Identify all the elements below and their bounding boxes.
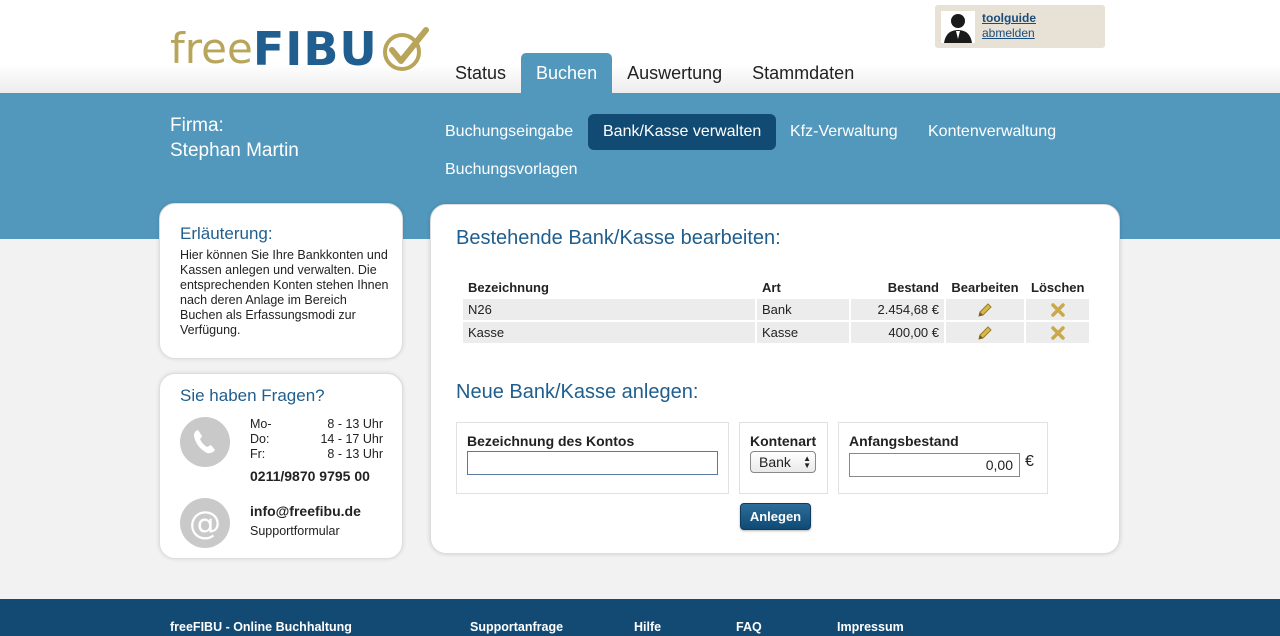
checkmark-icon: [382, 27, 429, 71]
logo-free-text: free: [170, 24, 253, 73]
tab-buchen[interactable]: Buchen: [521, 53, 613, 93]
new-section-title: Neue Bank/Kasse anlegen:: [456, 381, 699, 403]
account-name-input[interactable]: [467, 451, 718, 475]
footer: freeFIBU - Online Buchhaltung Supportanf…: [0, 599, 1280, 636]
opening-hours: Mo- 8 - 13 Uhr Do: 14 - 17 Uhr Fr: 8 - 13 U…: [250, 417, 383, 462]
user-avatar-icon: [941, 11, 975, 43]
delete-cell: [1026, 322, 1090, 343]
support-form-link[interactable]: Supportformular: [250, 524, 340, 538]
delete-cell: [1026, 299, 1090, 320]
column-header-bearbeiten: Bearbeiten: [951, 279, 1019, 295]
table-header-row: Bezeichnung Art Bestand Bearbeiten Lösch…: [463, 277, 1089, 297]
table-row: N26 Bank 2.454,68 €: [463, 299, 1090, 320]
column-header-bezeichnung: Bezeichnung: [468, 279, 549, 295]
subnav-buchungsvorlagen[interactable]: Buchungsvorlagen: [430, 152, 593, 188]
username-link[interactable]: toolguide: [982, 11, 1036, 25]
hours-time: 14 - 17 Uhr: [320, 432, 383, 446]
explanation-title: Erläuterung:: [180, 224, 273, 243]
pencil-icon[interactable]: [977, 325, 993, 341]
cell-art: Kasse: [757, 322, 849, 343]
account-name-group: Bezeichnung des Kontos: [456, 422, 729, 494]
opening-balance-group: Anfangsbestand 0,00 €: [838, 422, 1048, 494]
explanation-text: Hier können Sie Ihre Bankkonten und Kass…: [180, 248, 389, 337]
help-box: Sie haben Fragen? Mo- 8 - 13 Uhr Do: 14 - …: [159, 373, 403, 559]
main-tabs: Status Buchen Auswertung Stammdaten: [440, 53, 869, 93]
edit-cell: [946, 322, 1024, 343]
company-label: Firma:: [170, 115, 224, 136]
column-header-bestand: Bestand: [887, 279, 939, 295]
phone-icon: [180, 417, 230, 467]
hours-day: Fr:: [250, 447, 266, 461]
subnav-kfz-verwaltung[interactable]: Kfz-Verwaltung: [775, 114, 913, 150]
table-row: Kasse Kasse 400,00 €: [463, 322, 1090, 343]
cell-bestand: 2.454,68 €: [851, 299, 944, 320]
hours-time: 8 - 13 Uhr: [327, 447, 383, 461]
hours-day: Mo-: [250, 417, 272, 431]
hours-time: 8 - 13 Uhr: [327, 417, 383, 431]
footer-link-faq[interactable]: FAQ: [736, 620, 762, 634]
subnav-bank-kasse-verwalten[interactable]: Bank/Kasse verwalten: [588, 114, 777, 150]
cell-bezeichnung: N26: [463, 299, 755, 320]
delete-x-icon[interactable]: [1050, 326, 1065, 341]
cell-bestand: 400,00 €: [851, 322, 944, 343]
header: free FIBU toolguide abmelden Status Buch…: [0, 0, 1280, 93]
opening-balance-input[interactable]: 0,00: [849, 453, 1020, 477]
cell-art: Bank: [757, 299, 849, 320]
logo-fibu-text: FIBU: [252, 22, 378, 76]
bank-management-panel: Bestehende Bank/Kasse bearbeiten: Bezeic…: [430, 204, 1120, 554]
footer-link-impressum[interactable]: Impressum: [837, 620, 904, 634]
currency-symbol: €: [1025, 453, 1034, 470]
footer-link-supportanfrage[interactable]: Supportanfrage: [470, 620, 563, 634]
tab-status[interactable]: Status: [440, 53, 521, 93]
delete-x-icon[interactable]: [1050, 303, 1065, 318]
hours-day: Do:: [250, 432, 270, 446]
bank-accounts-table: Bezeichnung Art Bestand Bearbeiten Lösch…: [461, 275, 1091, 345]
cell-bezeichnung: Kasse: [463, 322, 755, 343]
footer-brand: freeFIBU - Online Buchhaltung: [170, 620, 352, 634]
email-link[interactable]: info@freefibu.de: [250, 503, 361, 519]
logout-link[interactable]: abmelden: [982, 26, 1035, 40]
create-button[interactable]: Anlegen: [740, 503, 811, 530]
account-type-label: Kontenart: [750, 433, 817, 449]
opening-balance-label: Anfangsbestand: [849, 433, 959, 449]
company-name: Stephan Martin: [170, 140, 299, 161]
phone-number: 0211/9870 9795 00: [250, 468, 370, 484]
account-name-label: Bezeichnung des Kontos: [467, 433, 635, 449]
explanation-box: Erläuterung: Hier können Sie Ihre Bankko…: [159, 203, 403, 359]
company-info: Firma: Stephan Martin: [170, 113, 299, 163]
subnav-kontenverwaltung[interactable]: Kontenverwaltung: [913, 114, 1071, 150]
pencil-icon[interactable]: [977, 302, 993, 318]
column-header-loeschen: Löschen: [1031, 279, 1085, 295]
account-type-select[interactable]: Bank ▲ ▼: [750, 451, 816, 473]
tab-auswertung[interactable]: Auswertung: [612, 53, 737, 93]
subnav-buchungseingabe[interactable]: Buchungseingabe: [430, 114, 588, 150]
column-header-art: Art: [762, 279, 781, 295]
help-title: Sie haben Fragen?: [180, 386, 325, 405]
account-type-group: Kontenart Bank ▲ ▼: [739, 422, 828, 494]
footer-link-hilfe[interactable]: Hilfe: [634, 620, 661, 634]
account-type-value: Bank: [759, 454, 791, 470]
freefibu-logo[interactable]: free FIBU: [170, 22, 430, 72]
edit-section-title: Bestehende Bank/Kasse bearbeiten:: [456, 227, 781, 249]
user-box: toolguide abmelden: [935, 5, 1105, 48]
tab-stammdaten[interactable]: Stammdaten: [737, 53, 869, 93]
at-sign-icon: @: [180, 498, 230, 548]
edit-cell: [946, 299, 1024, 320]
select-arrows-icon: ▲ ▼: [803, 454, 811, 470]
